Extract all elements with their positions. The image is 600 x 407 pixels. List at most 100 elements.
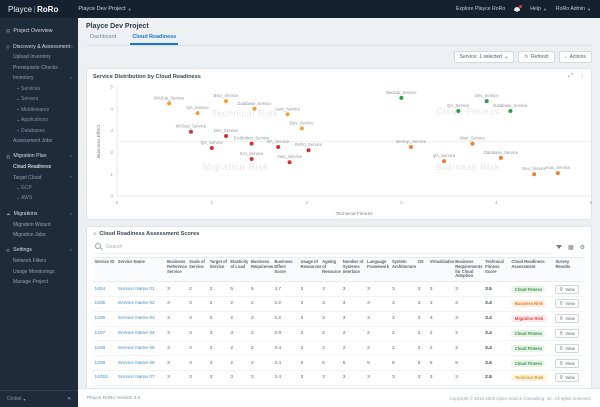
sidebar-item-migration-plan[interactable]: ▥ Migration Plan ∧: [0, 151, 78, 162]
sidebar-item-inventory[interactable]: Inventory ∧: [0, 73, 78, 83]
column-header[interactable]: Service Name: [116, 256, 166, 283]
sidebar-item-databases[interactable]: Databases: [0, 125, 78, 135]
explore-link[interactable]: Explore Playce RoRo: [456, 6, 505, 12]
data-point[interactable]: [249, 141, 254, 146]
view-button[interactable]: ≣ View: [555, 314, 579, 324]
sidebar-item-migration-jobs[interactable]: Migration Jobs: [0, 230, 78, 240]
sidebar-item-services[interactable]: Services: [0, 84, 78, 94]
data-point[interactable]: [470, 141, 475, 146]
sidebar-item-project-overview[interactable]: ▤ Project Overview: [0, 26, 78, 37]
cell-service-id[interactable]: 1408: [93, 340, 117, 357]
sidebar-item-migration-wizard[interactable]: Migration Wizard: [0, 219, 78, 229]
settings-gear-icon[interactable]: ⚙: [580, 245, 585, 251]
sidebar-item-prerequisite-checks[interactable]: Prerequisite Checks: [0, 63, 78, 73]
data-point[interactable]: [484, 99, 489, 104]
sidebar-item-target-cloud[interactable]: Target Cloud ∧: [0, 172, 78, 182]
column-header[interactable]: Business Requirements: [249, 256, 273, 283]
cell-service-id[interactable]: 14015: [93, 370, 117, 386]
data-point[interactable]: [399, 95, 404, 100]
column-header[interactable]: Survey Results: [553, 256, 585, 283]
tab-dashboard[interactable]: Dashboard: [88, 34, 118, 45]
column-header[interactable]: Elasticity of Load: [228, 256, 250, 283]
project-selector[interactable]: Playce Dev Project ▼: [78, 6, 131, 12]
data-point[interactable]: [306, 148, 311, 153]
app-logo[interactable]: Playce RoRo: [8, 5, 58, 14]
more-options-icon[interactable]: ⋮: [579, 73, 585, 80]
filter-icon[interactable]: [555, 244, 562, 251]
data-point[interactable]: [252, 106, 257, 111]
sidebar-item-upload-inventory[interactable]: Upload Inventory: [0, 52, 78, 62]
sidebar-item-migrations[interactable]: ☁ Migrations ∧: [0, 209, 78, 220]
data-point[interactable]: [287, 160, 292, 165]
cell-service-id[interactable]: 1406: [93, 311, 117, 327]
actions-button[interactable]: ↓ Actions: [558, 51, 592, 63]
data-point[interactable]: [456, 108, 461, 113]
tab-cloud-readiness[interactable]: Cloud Readiness: [130, 34, 179, 45]
column-header[interactable]: Business Effect Score: [272, 256, 300, 283]
user-menu[interactable]: RoRo Admin ▼: [556, 6, 591, 12]
cell-service-name[interactable]: Service Name 06: [116, 355, 166, 371]
sidebar-item-middlewares[interactable]: Middlewares: [0, 105, 78, 115]
cell-service-name[interactable]: Service Name 01: [116, 281, 166, 298]
column-header[interactable]: Target of Service: [208, 256, 229, 283]
sidebar-collapse-icon[interactable]: «: [68, 396, 71, 402]
sidebar-item-cloud-readiness[interactable]: Cloud Readiness: [0, 162, 78, 172]
data-point[interactable]: [224, 99, 229, 104]
view-button[interactable]: ≣ View: [555, 299, 579, 309]
cell-service-name[interactable]: Service Name 07: [116, 370, 166, 386]
cell-service-name[interactable]: Service Name 02: [116, 296, 166, 312]
column-header[interactable]: Ageing of Resources: [320, 256, 342, 283]
column-header[interactable]: Business Reference Service: [165, 256, 188, 283]
cell-service-name[interactable]: Service Name 05: [116, 340, 166, 357]
data-point[interactable]: [442, 159, 447, 164]
sidebar-item-assessment-jobs[interactable]: Assessment Jobs: [0, 136, 78, 146]
cell-service-name[interactable]: Service Name 03: [116, 311, 166, 327]
data-point[interactable]: [224, 134, 229, 139]
view-button[interactable]: ≣ View: [555, 373, 579, 383]
sidebar-item-usage-monitorings[interactable]: Usage Monitorings: [0, 266, 78, 276]
sidebar-item-discovery-assessment[interactable]: ◎ Discovery & Assessment ∧: [0, 42, 78, 53]
column-header[interactable]: Language Framework: [365, 256, 391, 283]
data-point[interactable]: [209, 146, 214, 151]
columns-icon[interactable]: ▦: [568, 245, 574, 251]
search-input[interactable]: [106, 243, 549, 250]
data-point[interactable]: [508, 108, 513, 113]
sidebar-item-network-filters[interactable]: Network Filters: [0, 256, 78, 266]
view-button[interactable]: ≣ View: [555, 329, 579, 339]
data-point[interactable]: [555, 171, 560, 176]
column-header[interactable]: Business Requirements for Cloud Adoption: [453, 256, 484, 283]
column-header[interactable]: Number of Systems Interface: [341, 256, 366, 283]
column-header[interactable]: Service ID: [93, 256, 117, 283]
data-point[interactable]: [532, 172, 537, 177]
sidebar-item-servers[interactable]: Servers: [0, 94, 78, 104]
column-header[interactable]: Usage of Resources: [299, 256, 321, 283]
service-selector-dropdown[interactable]: Service: 1 selected ▼: [453, 51, 515, 63]
sidebar-item-gcp[interactable]: GCP: [0, 183, 78, 193]
expand-icon[interactable]: ⤢: [568, 73, 573, 80]
column-header[interactable]: Scale of Service: [187, 256, 209, 283]
data-point[interactable]: [299, 126, 304, 131]
cell-service-id[interactable]: 1409: [93, 355, 117, 371]
column-header[interactable]: System Architecture: [390, 256, 417, 283]
data-point[interactable]: [498, 155, 503, 160]
sidebar-item-aws[interactable]: AWS: [0, 193, 78, 203]
view-button[interactable]: ≣ View: [555, 284, 579, 294]
data-point[interactable]: [408, 144, 413, 149]
column-header[interactable]: Technical Fitness Score: [483, 256, 510, 283]
data-point[interactable]: [276, 144, 281, 149]
sidebar-item-settings[interactable]: ⚙ Settings ∧: [0, 245, 78, 256]
cell-service-id[interactable]: 1407: [93, 326, 117, 342]
cell-service-name[interactable]: Service Name 04: [116, 326, 166, 342]
column-header[interactable]: Virtualization: [428, 256, 454, 283]
view-button[interactable]: ≣ View: [555, 358, 579, 368]
data-point[interactable]: [285, 112, 290, 117]
data-point[interactable]: [188, 129, 193, 134]
cell-service-id[interactable]: 1405: [93, 296, 117, 312]
collapse-chevron-icon[interactable]: ∨: [93, 231, 96, 237]
data-point[interactable]: [195, 111, 200, 116]
sidebar-item-manage-project[interactable]: Manage Project: [0, 277, 78, 287]
column-header[interactable]: Cloud Readiness Assessment: [509, 256, 554, 283]
data-point[interactable]: [167, 101, 172, 106]
view-button[interactable]: ≣ View: [555, 343, 579, 353]
cell-service-id[interactable]: 1404: [93, 281, 117, 298]
